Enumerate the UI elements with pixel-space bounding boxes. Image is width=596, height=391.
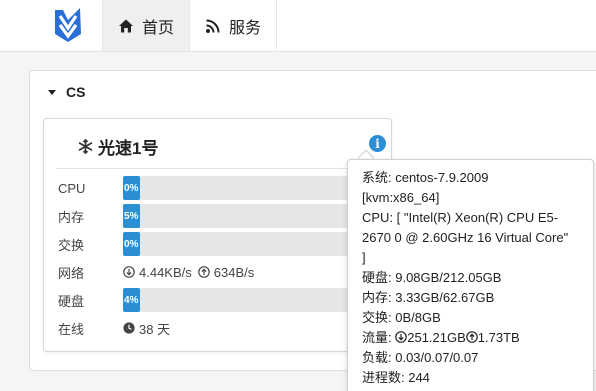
swap-progress-fill: 0%	[123, 232, 140, 256]
nav-services-label: 服务	[228, 19, 261, 37]
disk-row: 硬盘 4%	[58, 288, 353, 312]
snowflake-icon	[78, 139, 93, 154]
network-label: 网络	[58, 265, 85, 281]
popup-body: 系统: centos-7.9.2009 [kvm:x86_64] CPU: [ …	[362, 168, 590, 388]
swap-percent: 0%	[124, 238, 139, 250]
cpu-progress-fill: 0%	[123, 176, 140, 200]
top-nav: 首页 服务	[0, 0, 596, 52]
disk-progress: 4%	[123, 288, 353, 312]
info-icon[interactable]: i	[369, 135, 386, 152]
swap-row: 交换 0%	[58, 232, 353, 256]
popup-traffic-label: 流量:	[362, 330, 396, 345]
memory-progress-fill: 5%	[123, 204, 140, 228]
arrow-up-circle-icon	[197, 266, 210, 278]
disk-percent: 4%	[124, 294, 139, 306]
cpu-progress: 0%	[123, 176, 353, 200]
popup-traffic-up: 1.73TB	[477, 330, 520, 345]
popup-swap: 交换: 0B/8GB	[362, 310, 441, 325]
uptime-days: 38 天	[139, 321, 171, 337]
memory-percent: 5%	[124, 210, 139, 222]
popup-traffic: 流量: 251.21GB 1.73TB	[362, 328, 590, 348]
arrow-up-circle-icon	[465, 331, 478, 343]
uptime-value: 38 天	[123, 319, 170, 338]
server-name-label: 光速1号	[98, 139, 159, 158]
network-row: 网络 4.44KB/s 634B/s	[58, 260, 254, 284]
cpu-percent: 0%	[124, 182, 139, 194]
memory-label: 内存	[58, 209, 85, 225]
swap-label: 交换	[58, 237, 85, 253]
cpu-row: CPU 0%	[58, 176, 353, 200]
nav-home-label: 首页	[141, 19, 174, 37]
panel-title: CS	[66, 84, 86, 100]
server-card: 光速1号 i CPU 0% 内存 5% 交换 0% 网络 4.44KB/s 63…	[43, 118, 392, 352]
network-up: 634B/s	[213, 264, 255, 280]
clock-icon	[123, 322, 135, 334]
popup-memory: 内存: 3.33GB/62.67GB	[362, 290, 495, 305]
memory-progress: 5%	[123, 204, 353, 228]
logo-icon[interactable]	[52, 4, 84, 44]
cpu-label: CPU	[58, 180, 86, 196]
memory-row: 内存 5%	[58, 204, 353, 228]
panel-header[interactable]: CS	[48, 84, 85, 100]
arrow-down-circle-icon	[123, 266, 135, 278]
swap-progress: 0%	[123, 232, 353, 256]
popup-cpu-line2: 2670 0 @ 2.60GHz 16 Virtual Core"	[362, 230, 569, 245]
nav-home[interactable]: 首页	[102, 0, 189, 51]
popup-procs: 进程数: 244	[362, 370, 430, 385]
uptime-label: 在线	[58, 321, 85, 337]
rss-icon	[205, 19, 220, 33]
home-icon	[118, 19, 133, 32]
card-header: 光速1号 i	[56, 119, 386, 169]
popup-traffic-down: 251.21GB	[407, 330, 466, 345]
server-name: 光速1号	[77, 134, 158, 159]
network-value: 4.44KB/s 634B/s	[123, 265, 254, 280]
popup-load: 负载: 0.03/0.07/0.07	[362, 350, 479, 365]
nav-services[interactable]: 服务	[189, 0, 277, 51]
caret-down-icon	[48, 90, 56, 95]
popup-system: 系统: centos-7.9.2009	[362, 170, 489, 185]
popup-disk: 硬盘: 9.08GB/212.05GB	[362, 270, 502, 285]
popup-cpu-line1: CPU: [ "Intel(R) Xeon(R) CPU E5-	[362, 210, 559, 225]
arrow-down-circle-icon	[395, 331, 408, 343]
uptime-row: 在线 38 天	[58, 316, 170, 340]
network-down: 4.44KB/s	[139, 264, 192, 280]
disk-progress-fill: 4%	[123, 288, 140, 312]
disk-label: 硬盘	[58, 293, 85, 309]
popup-cpu-line3: ]	[362, 250, 366, 265]
popup-arch: [kvm:x86_64]	[362, 190, 440, 205]
server-info-popup: 系统: centos-7.9.2009 [kvm:x86_64] CPU: [ …	[347, 159, 594, 391]
